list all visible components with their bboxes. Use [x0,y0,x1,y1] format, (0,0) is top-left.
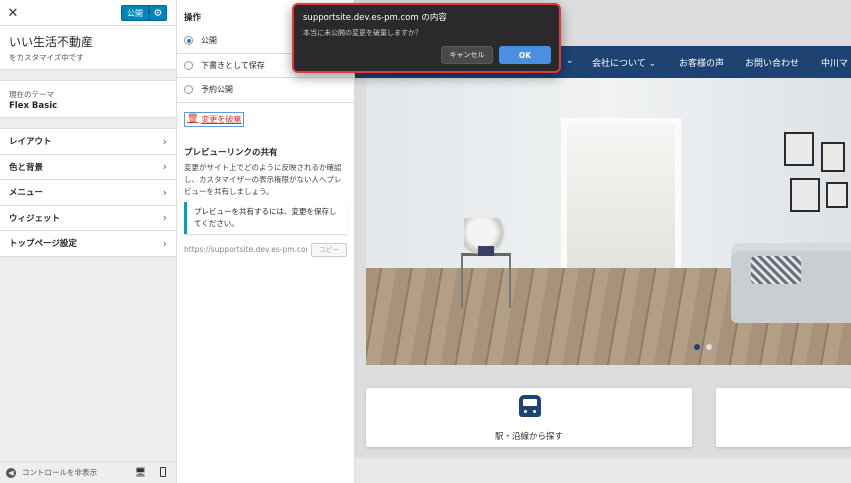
menu-item-label: 色と背景 [9,162,44,173]
slider-dots [694,344,712,350]
menu-item-label: レイアウト [9,137,52,148]
discard-changes-link[interactable]: 🗑 変更を破棄 [184,111,245,127]
radio-label: 下書きとして保存 [201,60,265,70]
customizer-sidebar: ✕ 公開 ⚙ いい生活不動産 をカスタマイズ中です 現在のテーマ Flex Ba… [0,0,177,483]
preview-bottom-band [355,458,851,483]
dialog-title: supportsite.dev.es-pm.com の内容 [303,13,447,23]
nav-dropdown-chevron[interactable]: ⌄ [566,56,574,66]
nav-item-contact[interactable]: お問い合わせ [745,56,799,69]
radio-schedule[interactable]: 予約公開 [177,78,354,103]
card-label: 駅・沿線から探す [494,432,563,442]
site-info: いい生活不動産 をカスタマイズ中です [0,26,176,70]
hero-side-table [461,253,511,308]
sidebar-header: ✕ 公開 ⚙ [0,0,176,26]
hero-picture-frame [784,132,814,166]
chevron-right-icon: › [162,236,167,250]
radio-button[interactable] [184,36,193,46]
radio-button[interactable] [184,60,193,70]
discard-row: 🗑 変更を破棄 [177,103,354,139]
hide-controls-label[interactable]: コントロールを非表示 [22,467,97,478]
share-notice: プレビューを共有するには、変更を保存してください。 [184,201,347,234]
customizer-menu: レイアウト › 色と背景 › メニュー › ウィジェット › トップページ設定 › [0,128,176,257]
current-theme: 現在のテーマ Flex Basic [0,80,176,118]
chevron-right-icon: › [162,185,167,199]
site-subtitle: をカスタマイズ中です [9,53,84,62]
radio-label: 公開 [201,36,217,46]
hero-picture-frame [821,142,845,172]
menu-item-label: ウィジェット [9,213,61,224]
nav-item-nakagawa[interactable]: 中川マ [821,56,848,69]
nav-item-testimonials[interactable]: お客様の声 [679,56,724,69]
site-title: いい生活不動産 [9,35,94,49]
publish-settings-button[interactable]: ⚙ [149,5,167,21]
radio-button[interactable] [184,85,193,95]
chevron-right-icon: › [162,160,167,174]
menu-item-label: メニュー [9,188,44,199]
sidebar-footer: ◀ コントロールを非表示 🖥 [0,461,176,483]
menu-item-layout[interactable]: レイアウト › [0,129,176,155]
menu-item-colors[interactable]: 色と背景 › [0,154,176,180]
close-customizer-button[interactable]: ✕ [0,0,26,26]
collapse-icon[interactable]: ◀ [6,467,16,478]
copy-button[interactable]: コピー [311,242,347,257]
menu-item-widgets[interactable]: ウィジェット › [0,205,176,231]
hero-image [366,78,851,365]
chevron-right-icon: › [162,211,167,225]
theme-name: Flex Basic [9,101,58,111]
menu-item-menus[interactable]: メニュー › [0,180,176,206]
slider-dot-2[interactable] [706,344,712,350]
search-card[interactable] [716,388,851,447]
close-icon: ✕ [7,5,19,21]
share-preview-title: プレビューリンクの共有 [184,147,278,158]
chevron-right-icon: › [162,134,167,148]
discard-label: 変更を破棄 [201,114,242,124]
menu-item-label: トップページ設定 [9,239,77,250]
train-icon [519,395,541,417]
menu-item-homepage[interactable]: トップページ設定 › [0,231,176,257]
hero-pillow [751,256,801,284]
dialog-message: 本当に未公開の変更を破棄しますか？ [303,29,422,37]
search-by-station-card[interactable]: 駅・沿線から探す [366,388,692,447]
radio-label: 予約公開 [201,85,233,95]
hero-picture-frame [790,178,820,212]
cancel-button[interactable]: キャンセル [441,46,493,64]
ok-button[interactable]: OK [499,46,551,64]
share-preview-description: 変更がサイト上でどのように反映されるか確認し、カスタマイザーの表示権限がない人へ… [184,162,342,196]
share-url-row: https://supportsite.dev.es-pm.com コピー [177,242,354,257]
slider-dot-1[interactable] [694,344,700,350]
desktop-preview-icon[interactable]: 🖥 [135,468,146,478]
publish-button[interactable]: 公開 [121,5,149,21]
nav-item-company[interactable]: 会社について ⌄ [592,56,656,69]
theme-label: 現在のテーマ [9,90,54,99]
gear-icon: ⚙ [153,7,163,19]
confirm-dialog: supportsite.dev.es-pm.com の内容 本当に未公開の変更を… [292,3,561,73]
mobile-preview-icon[interactable] [160,467,166,477]
share-url-field[interactable]: https://supportsite.dev.es-pm.com [184,243,307,257]
hero-doorway [561,118,681,278]
trash-icon: 🗑 [187,114,199,124]
hero-picture-frame [826,182,848,208]
hero-vase [478,246,494,256]
